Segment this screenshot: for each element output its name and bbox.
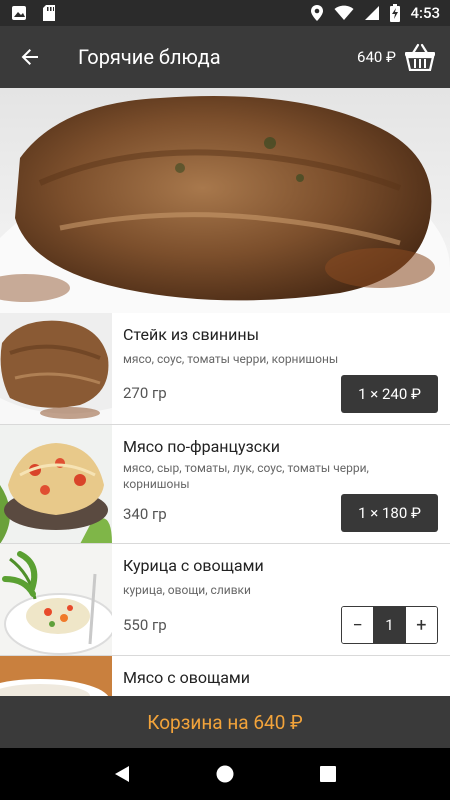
app-bar: Горячие блюда 640 ₽ <box>0 26 450 88</box>
cart-total: 640 ₽ <box>357 48 396 66</box>
list-item[interactable]: Мясо по-французски мясо, сыр, томаты, лу… <box>0 425 450 544</box>
dish-name: Мясо по-французски <box>123 437 280 456</box>
square-recents-icon <box>320 766 337 782</box>
wifi-icon <box>334 5 354 20</box>
dish-name: Стейк из свинины <box>123 325 260 344</box>
dish-weight: 550 гр <box>123 616 167 634</box>
back-button[interactable] <box>0 26 60 88</box>
dish-info: Курица с овощами курица, овощи, сливки 5… <box>112 544 450 655</box>
status-bar: 4:53 <box>0 0 450 26</box>
dish-info: Стейк из свинины мясо, соус, томаты черр… <box>112 313 450 424</box>
dish-thumbnail <box>0 425 112 543</box>
dish-ingredients: курица, овощи, сливки <box>123 583 251 597</box>
dish-name: Курица с овощами <box>123 556 264 575</box>
arrow-back-icon <box>21 49 38 65</box>
dish-info: Мясо с овощами <box>112 656 450 696</box>
dish-thumbnail <box>0 313 112 424</box>
quantity-stepper[interactable]: − 1 + <box>341 606 438 644</box>
dish-ingredients: мясо, сыр, томаты, лук, соус, томаты чер… <box>123 461 369 491</box>
navigation-bar <box>0 748 450 800</box>
status-time: 4:53 <box>410 4 440 22</box>
nav-home-button[interactable] <box>205 754 245 794</box>
add-to-cart-button[interactable]: 1 × 180 ₽ <box>341 494 438 532</box>
dish-weight: 270 гр <box>123 384 167 402</box>
nav-recents-button[interactable] <box>308 754 348 794</box>
hero-dish-image <box>0 88 450 313</box>
dish-ingredients: мясо, соус, томаты черри, корнишоны <box>123 352 339 366</box>
sd-card-icon <box>43 5 55 21</box>
page-title: Горячие блюда <box>78 45 221 69</box>
dish-list[interactable]: Стейк из свинины мясо, соус, томаты черр… <box>0 313 450 696</box>
dish-weight: 340 гр <box>123 505 167 523</box>
decrease-quantity-button[interactable]: − <box>342 607 374 643</box>
circle-home-icon <box>216 765 234 783</box>
signal-icon <box>365 6 380 20</box>
dish-info: Мясо по-французски мясо, сыр, томаты, лу… <box>112 425 450 543</box>
quantity-value: 1 <box>373 607 406 643</box>
list-item[interactable]: Курица с овощами курица, овощи, сливки 5… <box>0 544 450 656</box>
basket-icon <box>405 43 435 71</box>
increase-quantity-button[interactable]: + <box>405 607 437 643</box>
list-item[interactable]: Мясо с овощами <box>0 656 450 696</box>
photo-notification-icon <box>12 6 26 20</box>
list-item[interactable]: Стейк из свинины мясо, соус, томаты черр… <box>0 313 450 425</box>
location-icon <box>311 5 324 21</box>
cart-header-button[interactable]: 640 ₽ <box>357 43 450 71</box>
cart-button[interactable]: Корзина на 640 ₽ <box>0 696 450 748</box>
nav-back-button[interactable] <box>102 754 142 794</box>
dish-thumbnail <box>0 544 112 655</box>
add-to-cart-button[interactable]: 1 × 240 ₽ <box>341 375 438 413</box>
dish-name: Мясо с овощами <box>123 668 251 687</box>
dish-thumbnail <box>0 656 112 696</box>
battery-charging-icon <box>390 4 401 22</box>
triangle-back-icon <box>114 766 129 782</box>
